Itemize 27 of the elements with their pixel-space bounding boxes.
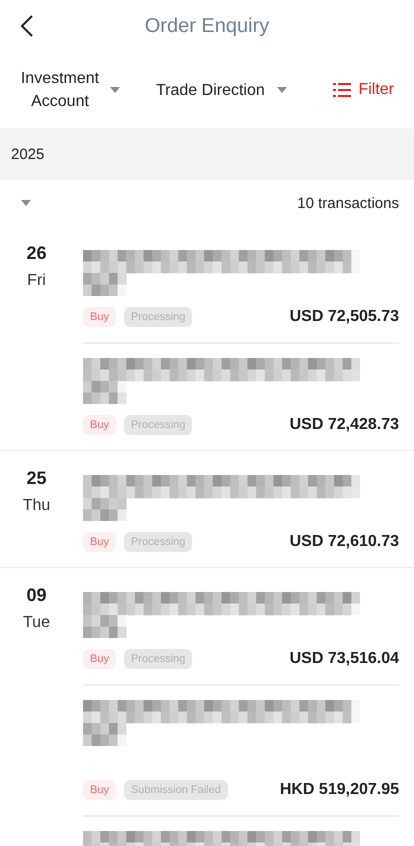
direction-tag: Buy — [83, 415, 116, 435]
weekday: Fri — [27, 271, 46, 291]
filter-dropdown[interactable]: Investment Account — [18, 67, 132, 113]
page-title: Order Enquiry — [144, 14, 270, 38]
filter-button[interactable]: Filter — [333, 81, 394, 99]
weekday: Thu — [22, 496, 50, 516]
collapse-button[interactable] — [21, 200, 31, 206]
order-amount: USD 73,516.04 — [290, 650, 399, 668]
order-amount: USD 72,505.73 — [290, 308, 399, 326]
filter-dropdown[interactable]: Trade Direction — [156, 78, 287, 102]
order-amount: USD 72,428.73 — [290, 416, 399, 434]
day-number: 26 — [26, 242, 47, 264]
direction-tag: Buy — [83, 307, 116, 327]
list-icon — [333, 83, 352, 97]
caret-icon — [110, 87, 120, 93]
day-number: 25 — [26, 467, 47, 489]
day-number: 09 — [26, 584, 47, 606]
weekday: Tue — [23, 613, 50, 633]
direction-tag: Buy — [83, 649, 116, 669]
transaction-count: 10 transactions — [297, 194, 399, 212]
caret-icon — [21, 200, 31, 206]
direction-tag: Buy — [83, 780, 116, 800]
direction-tag: Buy — [83, 532, 116, 552]
year-heading: 2025 — [11, 146, 44, 162]
order-amount: HKD 519,207.95 — [280, 781, 399, 799]
caret-icon — [276, 87, 287, 93]
order-amount: USD 72,610.73 — [290, 533, 399, 551]
